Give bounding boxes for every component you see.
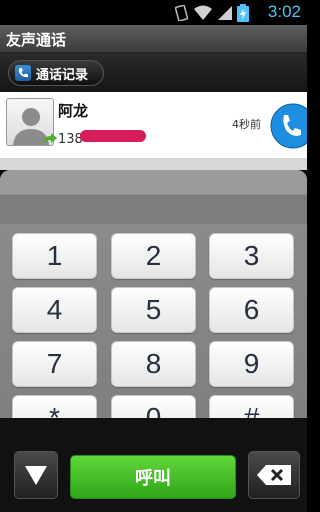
call-log-tab-label: 通话记录	[36, 67, 89, 83]
key-2[interactable]: 2	[111, 233, 196, 279]
backspace-icon	[257, 465, 291, 485]
tab-strip: 通话记录	[0, 53, 307, 92]
key-4[interactable]: 4	[12, 287, 97, 333]
key-8[interactable]: 8	[111, 341, 196, 387]
key-6[interactable]: 6	[209, 287, 294, 333]
dial-button[interactable]: 呼叫	[70, 455, 236, 499]
title-bar: 友声通话	[0, 25, 307, 53]
call-log-tab[interactable]: 通话记录	[8, 60, 104, 86]
contact-name: 阿龙	[58, 102, 89, 120]
call-log-list: 阿龙 138 4秒前	[0, 92, 307, 158]
redacted-number	[80, 130, 146, 142]
triangle-down-icon	[25, 466, 47, 485]
number-display	[0, 170, 307, 224]
key-9[interactable]: 9	[209, 341, 294, 387]
call-log-entry[interactable]: 阿龙 138 4秒前	[0, 92, 307, 158]
call-time: 4秒前	[232, 118, 261, 131]
status-icons	[175, 3, 249, 22]
key-5[interactable]: 5	[111, 287, 196, 333]
call-back-button[interactable]	[270, 103, 307, 149]
key-7[interactable]: 7	[12, 341, 97, 387]
phone-book-icon	[15, 65, 31, 81]
key-3[interactable]: 3	[209, 233, 294, 279]
list-footer	[0, 158, 307, 170]
key-1[interactable]: 1	[12, 233, 97, 279]
signal-icon	[218, 5, 232, 20]
notification-icon	[175, 4, 189, 21]
hide-keypad-button[interactable]	[14, 451, 58, 499]
status-bar: 3:02	[0, 0, 307, 25]
dial-pad: 1 2 3 4 5 6 7 8 9 * 0 # 呼叫	[0, 170, 307, 512]
wifi-icon	[194, 5, 212, 20]
outgoing-call-arrow-icon	[42, 133, 57, 144]
battery-icon	[237, 3, 249, 22]
delete-button[interactable]	[248, 451, 300, 499]
app-title: 友声通话	[6, 31, 67, 49]
clock: 3:02	[267, 2, 301, 21]
